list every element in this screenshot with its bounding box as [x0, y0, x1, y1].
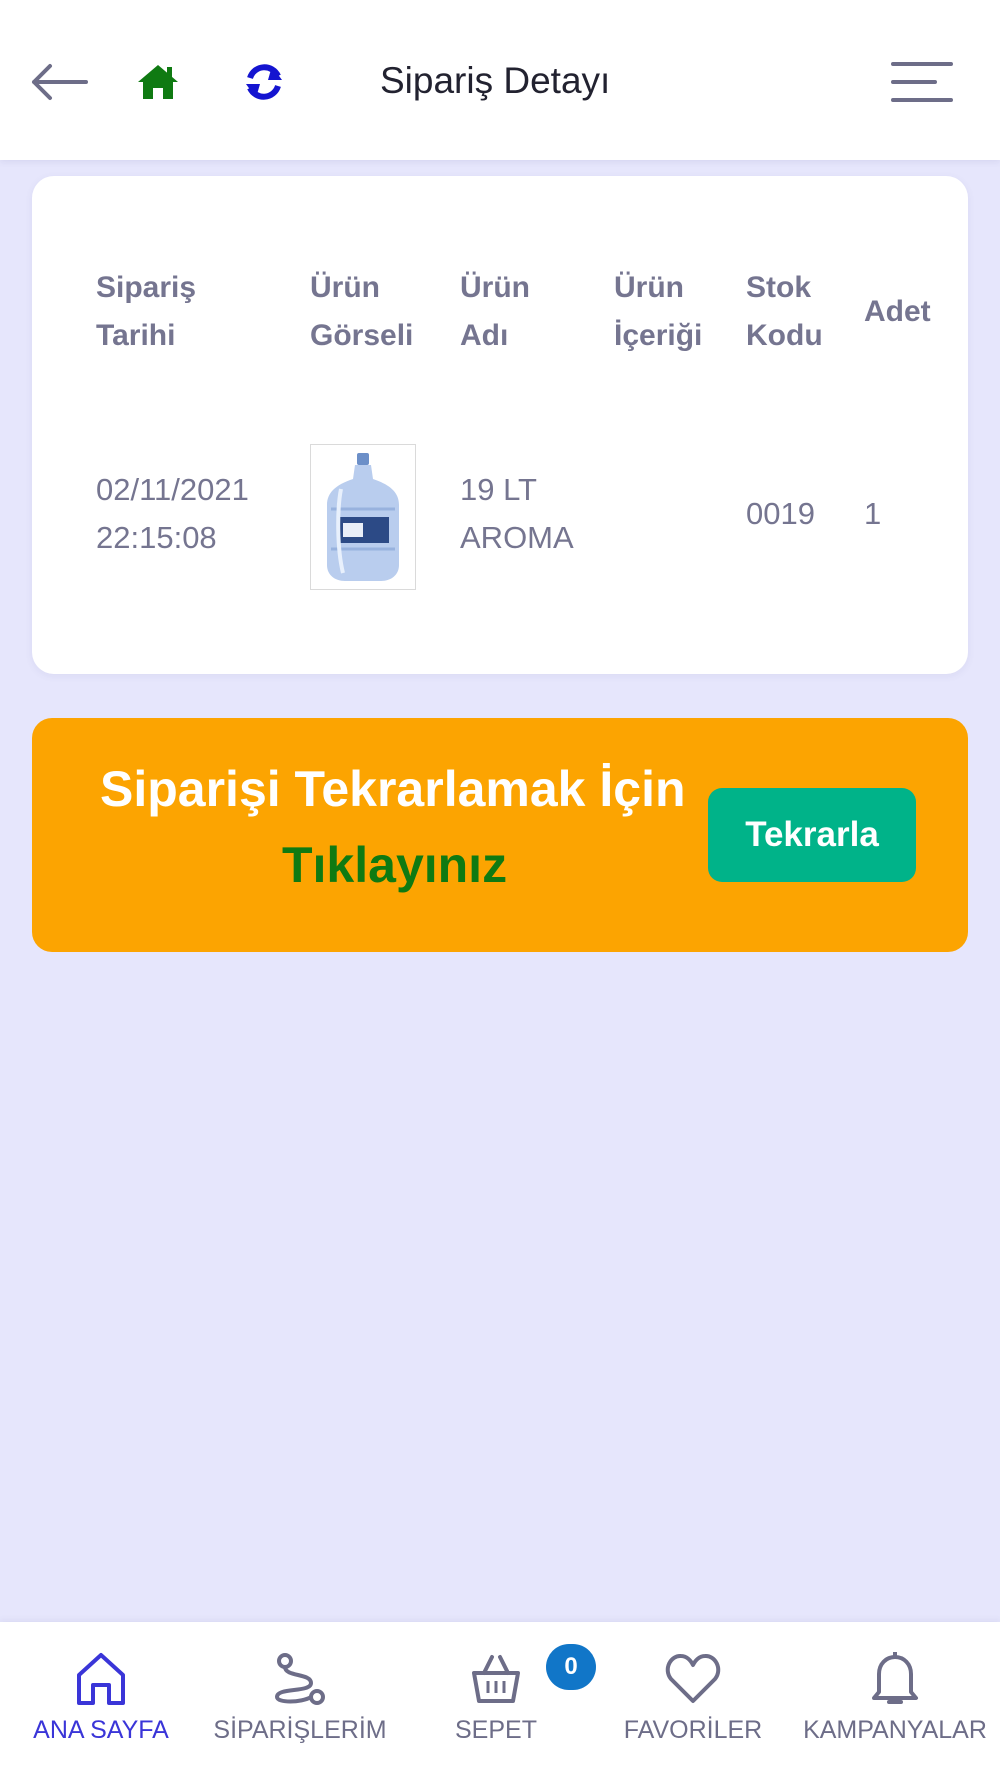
repeat-order-banner: Siparişi Tekrarlamak İçin Tıklayınız Tek… — [32, 718, 968, 952]
product-name-cell: 19 LT AROMA — [460, 472, 574, 555]
nav-item-orders[interactable]: SİPARİŞLERİM — [210, 1648, 390, 1758]
nav-item-campaigns[interactable]: KAMPANYALAR — [800, 1648, 990, 1758]
column-header-product-image: Ürün Görseli — [310, 271, 414, 352]
nav-item-favorites[interactable]: FAVORİLER — [622, 1648, 764, 1758]
top-bar: Sipariş Detayı — [0, 0, 1000, 160]
nav-label: KAMPANYALAR — [803, 1716, 987, 1744]
nav-label: SEPET — [455, 1716, 537, 1744]
order-date-cell: 02/11/2021 22:15:08 — [96, 472, 249, 555]
cart-count-badge: 0 — [546, 1644, 596, 1690]
nav-label: ANA SAYFA — [33, 1716, 169, 1744]
page-title: Sipariş Detayı — [380, 60, 611, 101]
nav-label: SİPARİŞLERİM — [213, 1716, 387, 1744]
order-detail-card: Sipariş Tarihi Ürün Görseli Ürün Adı Ürü… — [32, 176, 968, 674]
nav-label: FAVORİLER — [623, 1716, 763, 1744]
arrow-left-icon[interactable] — [28, 50, 92, 114]
column-header-product-content: Ürün İçeriği — [614, 271, 703, 352]
route-icon — [270, 1648, 330, 1710]
column-header-stock-code: Stok Kodu — [746, 271, 823, 352]
bell-icon — [865, 1648, 925, 1710]
home-outline-icon — [71, 1648, 131, 1710]
repeat-order-button[interactable]: Tekrarla — [708, 788, 916, 882]
column-header-quantity: Adet — [864, 295, 931, 328]
water-bottle-icon — [327, 453, 399, 581]
banner-text: Siparişi Tekrarlamak İçin — [100, 761, 686, 817]
nav-item-cart[interactable]: SEPET — [446, 1648, 546, 1758]
bottom-navigation: ANA SAYFA SİPARİŞLERİM SEPET 0 FAVORİLER… — [0, 1622, 1000, 1778]
banner-subtext: Tıklayınız — [282, 837, 508, 893]
product-image — [310, 444, 416, 590]
heart-icon — [663, 1648, 723, 1710]
basket-icon — [466, 1648, 526, 1710]
nav-item-home[interactable]: ANA SAYFA — [26, 1648, 176, 1758]
column-header-product-name: Ürün Adı — [460, 271, 530, 352]
menu-icon[interactable] — [890, 50, 954, 114]
refresh-icon[interactable] — [232, 50, 296, 114]
stock-code-cell: 0019 — [746, 496, 815, 531]
column-header-order-date: Sipariş Tarihi — [96, 271, 197, 352]
home-icon[interactable] — [126, 50, 190, 114]
quantity-cell: 1 — [864, 496, 882, 531]
